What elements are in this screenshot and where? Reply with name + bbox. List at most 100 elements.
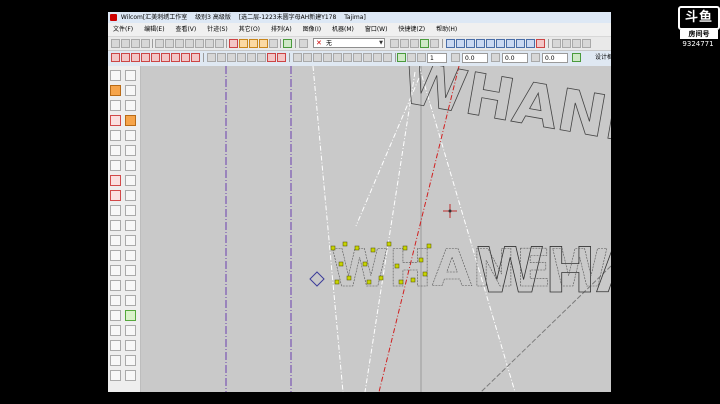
thread-9-icon[interactable] [191,53,200,62]
undo-icon[interactable] [185,39,194,48]
dash-icon[interactable] [125,190,136,201]
stitch-type-select[interactable]: ✕ 无 ▼ [313,38,385,48]
format-7-icon[interactable] [267,53,276,62]
frame-icon[interactable] [110,250,121,261]
format-3-icon[interactable] [227,53,236,62]
save-icon[interactable] [131,39,140,48]
stitch-edit-icon[interactable] [125,115,136,126]
pick-icon[interactable] [125,100,136,111]
align-9-icon[interactable] [526,39,535,48]
format-2-icon[interactable] [217,53,226,62]
zoom-in-icon[interactable] [205,39,214,48]
menu-machine[interactable]: 机器(M) [332,26,354,33]
branch-icon[interactable] [125,130,136,141]
thread-8-icon[interactable] [181,53,190,62]
gear-icon[interactable] [110,310,121,321]
circle-icon[interactable] [283,39,292,48]
format-6-icon[interactable] [257,53,266,62]
align-4-icon[interactable] [476,39,485,48]
thread-4-icon[interactable] [141,53,150,62]
monogram-icon[interactable] [110,355,121,366]
cfg-10-icon[interactable] [383,53,392,62]
ribbon-icon[interactable] [125,325,136,336]
cfg-9-icon[interactable] [373,53,382,62]
redo-icon[interactable] [195,39,204,48]
format-5-icon[interactable] [247,53,256,62]
menu-edit[interactable]: 编辑(E) [144,26,164,33]
stripes-icon[interactable] [110,325,121,336]
height-field[interactable]: 0.0 [502,53,528,63]
menu-other[interactable]: 其它(O) [239,26,260,33]
thread-3-icon[interactable] [131,53,140,62]
cfg-4-icon[interactable] [323,53,332,62]
pattern-icon[interactable] [110,235,121,246]
line-icon[interactable] [125,145,136,156]
view-3-icon[interactable] [572,39,581,48]
satin-col-icon[interactable] [110,160,121,171]
reshape-icon[interactable] [299,39,308,48]
arrow-mode-icon[interactable] [269,39,278,48]
view-4-icon[interactable] [582,39,591,48]
format-4-icon[interactable] [237,53,246,62]
thread-6-icon[interactable] [161,53,170,62]
stitch-tool-4-icon[interactable] [420,39,429,48]
menu-file[interactable]: 文件(F) [113,26,133,33]
oval-icon[interactable] [110,295,121,306]
menu-view[interactable]: 查看(V) [175,26,196,33]
chain-icon[interactable] [125,235,136,246]
stitch-tool-5-icon[interactable] [430,39,439,48]
align-7-icon[interactable] [506,39,515,48]
measure-icon[interactable] [125,355,136,366]
apply-icon[interactable] [572,53,581,62]
menu-image[interactable]: 图像(I) [303,26,321,33]
reshape-tool-icon[interactable] [110,85,121,96]
needle-icon[interactable] [110,175,121,186]
align-1-icon[interactable] [446,39,455,48]
view-1-icon[interactable] [552,39,561,48]
format-1-icon[interactable] [207,53,216,62]
view-2-icon[interactable] [562,39,571,48]
cfg-2-icon[interactable] [303,53,312,62]
pen-icon[interactable] [110,100,121,111]
print-icon[interactable] [141,39,150,48]
blank-1-icon[interactable] [125,295,136,306]
nudge-1-icon[interactable] [407,53,416,62]
box-icon[interactable] [125,265,136,276]
applique-icon[interactable] [110,205,121,216]
angle-field[interactable]: 0.0 [542,53,568,63]
zoom-out-icon[interactable] [215,39,224,48]
menu-stitch[interactable]: 针迹(S) [207,26,228,33]
thread-2-icon[interactable] [121,53,130,62]
stitch-tool-1-icon[interactable] [390,39,399,48]
satin-icon[interactable] [249,39,258,48]
width-field[interactable]: 0.0 [462,53,488,63]
dot-icon[interactable] [125,280,136,291]
cfg-7-icon[interactable] [353,53,362,62]
select-arrow-icon[interactable] [110,70,121,81]
cfg-5-icon[interactable] [333,53,342,62]
fill-icon[interactable] [239,39,248,48]
zigzag-icon[interactable] [110,115,121,126]
paste-icon[interactable] [175,39,184,48]
node-icon[interactable] [125,85,136,96]
nudge-2-icon[interactable] [417,53,426,62]
copy-icon[interactable] [165,39,174,48]
curve-icon[interactable] [110,145,121,156]
ellipse-icon[interactable] [110,370,121,381]
cut-icon[interactable] [155,39,164,48]
sun-icon[interactable] [110,280,121,291]
count-field[interactable]: 1 [427,53,447,63]
open-file-icon[interactable] [121,39,130,48]
thread-1-icon[interactable] [111,53,120,62]
stitch-tool-2-icon[interactable] [400,39,409,48]
pencil-icon[interactable] [125,370,136,381]
menu-help[interactable]: 帮助(H) [436,26,457,33]
hoop-icon[interactable] [110,340,121,351]
diagonal-icon[interactable] [125,205,136,216]
align-3-icon[interactable] [466,39,475,48]
format-8-icon[interactable] [277,53,286,62]
align-8-icon[interactable] [516,39,525,48]
align-6-icon[interactable] [496,39,505,48]
people-icon[interactable] [110,220,121,231]
cfg-6-icon[interactable] [343,53,352,62]
